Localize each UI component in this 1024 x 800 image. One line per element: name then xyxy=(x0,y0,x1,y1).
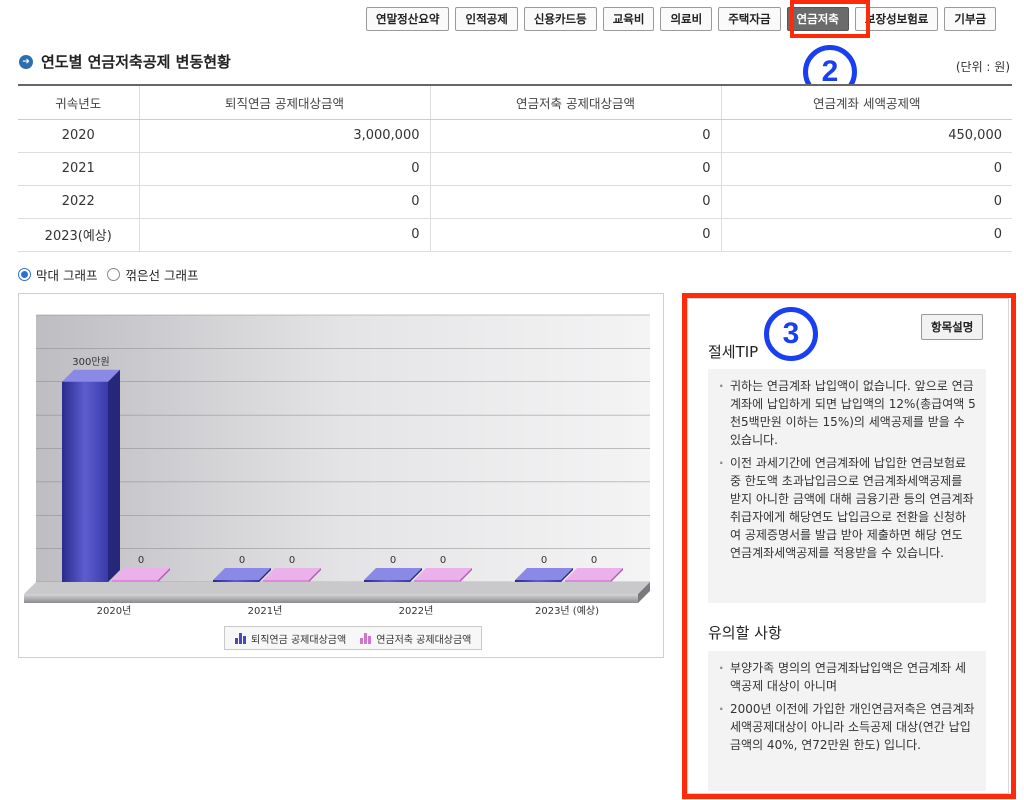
tab-education[interactable]: 교육비 xyxy=(602,7,655,31)
cell-year: 2021 xyxy=(18,152,139,186)
tab-housing-fund[interactable]: 주택자금 xyxy=(718,7,781,31)
legend-item-pension-savings: 연금저축 공제대상금액 xyxy=(360,631,471,646)
bar-value-label: 300만원 xyxy=(72,356,110,368)
bar-value-label: 0 xyxy=(289,555,295,566)
line-graph-option[interactable]: 꺾은선 그래프 xyxy=(107,265,198,284)
x-tick-label: 2023년 (예상) xyxy=(535,605,599,617)
cell-retirement-pension: 0 xyxy=(138,218,430,252)
cell-tax-credit: 0 xyxy=(720,185,1012,219)
legend-item-retirement: 퇴직연금 공제대상금액 xyxy=(235,631,346,646)
bar-chart-icon xyxy=(360,632,372,644)
x-tick-label: 2022년 xyxy=(399,605,434,617)
tab-medical[interactable]: 의료비 xyxy=(660,7,713,31)
chart-floor-top xyxy=(24,582,650,594)
col-header-pension-savings: 연금저축 공제대상금액 xyxy=(429,84,721,120)
step-3-badge: 3 xyxy=(764,307,818,361)
tax-tip-list: 귀하는 연금계좌 납입액이 없습니다. 앞으로 연금계좌에 납입하게 되면 납입… xyxy=(708,369,986,603)
cell-retirement-pension: 0 xyxy=(138,185,430,219)
col-header-tax-credit: 연금계좌 세액공제액 xyxy=(720,84,1012,120)
legend-label-pension-savings: 연금저축 공제대상금액 xyxy=(376,634,472,646)
table-row: 2022 0 0 0 xyxy=(18,185,1012,219)
deduction-tab-bar: 연말정산요약 인적공제 신용카드등 교육비 의료비 주택자금 연금저축 보장성보… xyxy=(366,7,997,31)
cell-tax-credit: 450,000 xyxy=(720,119,1012,153)
cell-retirement-pension: 3,000,000 xyxy=(138,119,430,153)
list-item: 2000년 이전에 가입한 개인연금저축은 연금계좌세액공제대상이 아니라 소득… xyxy=(718,700,976,754)
bar-value-label: 0 xyxy=(591,555,597,566)
cell-retirement-pension: 0 xyxy=(138,152,430,186)
tab-personal-deduction[interactable]: 인적공제 xyxy=(455,7,518,31)
bar-graph-radio[interactable] xyxy=(18,268,31,281)
cell-pension-savings: 0 xyxy=(429,185,721,219)
table-row: 2020 3,000,000 0 450,000 xyxy=(18,119,1012,153)
section-title-text: 연도별 연금저축공제 변동현황 xyxy=(41,53,231,71)
bar-chart: 300만원 0 0 0 0 0 0 0 2020년 2021년 2022년 2023년 (예상) xyxy=(24,314,650,617)
cell-pension-savings: 0 xyxy=(429,119,721,153)
cell-year: 2023(예상) xyxy=(18,218,139,252)
tab-credit-card[interactable]: 신용카드등 xyxy=(523,7,597,31)
table-row: 2023(예상) 0 0 0 xyxy=(18,218,1012,252)
bar-graph-option[interactable]: 막대 그래프 xyxy=(18,265,97,284)
legend-label-retirement: 퇴직연금 공제대상금액 xyxy=(251,634,347,646)
active-tab-highlight-box xyxy=(790,0,870,38)
col-header-retirement-pension: 퇴직연금 공제대상금액 xyxy=(138,84,430,120)
col-header-year: 귀속년도 xyxy=(18,84,139,120)
unit-label: (단위 : 원) xyxy=(955,60,1010,74)
line-graph-label: 꺾은선 그래프 xyxy=(125,268,199,283)
tax-tip-title: 절세TIP xyxy=(708,343,759,361)
x-tick-label: 2020년 xyxy=(97,605,132,617)
bar-graph-label: 막대 그래프 xyxy=(36,268,98,283)
bar-chart-icon xyxy=(235,632,247,644)
bar-0-0 xyxy=(62,369,120,582)
pension-deduction-table: 귀속년도 퇴직연금 공제대상금액 연금저축 공제대상금액 연금계좌 세액공제액 … xyxy=(18,84,1012,252)
chart-floor-front xyxy=(24,594,638,603)
table-row: 2021 0 0 0 xyxy=(18,152,1012,186)
line-graph-radio[interactable] xyxy=(107,268,121,281)
table-header-row: 귀속년도 퇴직연금 공제대상금액 연금저축 공제대상금액 연금계좌 세액공제액 xyxy=(18,84,1012,120)
list-item: 귀하는 연금계좌 납입액이 없습니다. 앞으로 연금계좌에 납입하게 되면 납입… xyxy=(718,377,976,449)
bar-value-label: 0 xyxy=(138,555,144,566)
cell-year: 2020 xyxy=(18,119,139,153)
arrow-bullet-icon: ➜ xyxy=(19,54,33,69)
section-title: ➜ 연도별 연금저축공제 변동현황 xyxy=(19,51,231,72)
cell-tax-credit: 0 xyxy=(720,152,1012,186)
chart-legend: 퇴직연금 공제대상금액 연금저축 공제대상금액 xyxy=(224,626,483,650)
cell-year: 2022 xyxy=(18,185,139,219)
list-item: 부양가족 명의의 연금계좌납입액은 연금계좌 세액공제 대상이 아니며 xyxy=(718,659,976,695)
chart-back-wall xyxy=(36,315,650,584)
bar-value-label: 0 xyxy=(390,555,396,566)
bar-value-label: 0 xyxy=(239,555,245,566)
list-item: 이전 과세기간에 연금계좌에 납입한 연금보험료 중 한도액 초과납입금으로 연… xyxy=(718,454,976,562)
tab-year-end-summary[interactable]: 연말정산요약 xyxy=(366,7,450,31)
item-explanation-button[interactable]: 항목설명 xyxy=(921,314,984,340)
cell-pension-savings: 0 xyxy=(429,152,721,186)
cell-pension-savings: 0 xyxy=(429,218,721,252)
x-tick-label: 2021년 xyxy=(248,605,283,617)
tab-donation[interactable]: 기부금 xyxy=(944,7,997,31)
bar-chart-panel: 300만원 0 0 0 0 0 0 0 2020년 2021년 2022년 2023년 (예상) 퇴… xyxy=(18,293,664,658)
bar-value-label: 0 xyxy=(440,555,446,566)
caution-list: 부양가족 명의의 연금계좌납입액은 연금계좌 세액공제 대상이 아니며 2000… xyxy=(708,651,986,791)
bar-value-label: 0 xyxy=(541,555,547,566)
caution-title: 유의할 사항 xyxy=(708,624,782,642)
cell-tax-credit: 0 xyxy=(720,218,1012,252)
graph-type-selector: 막대 그래프 꺾은선 그래프 xyxy=(18,265,198,284)
